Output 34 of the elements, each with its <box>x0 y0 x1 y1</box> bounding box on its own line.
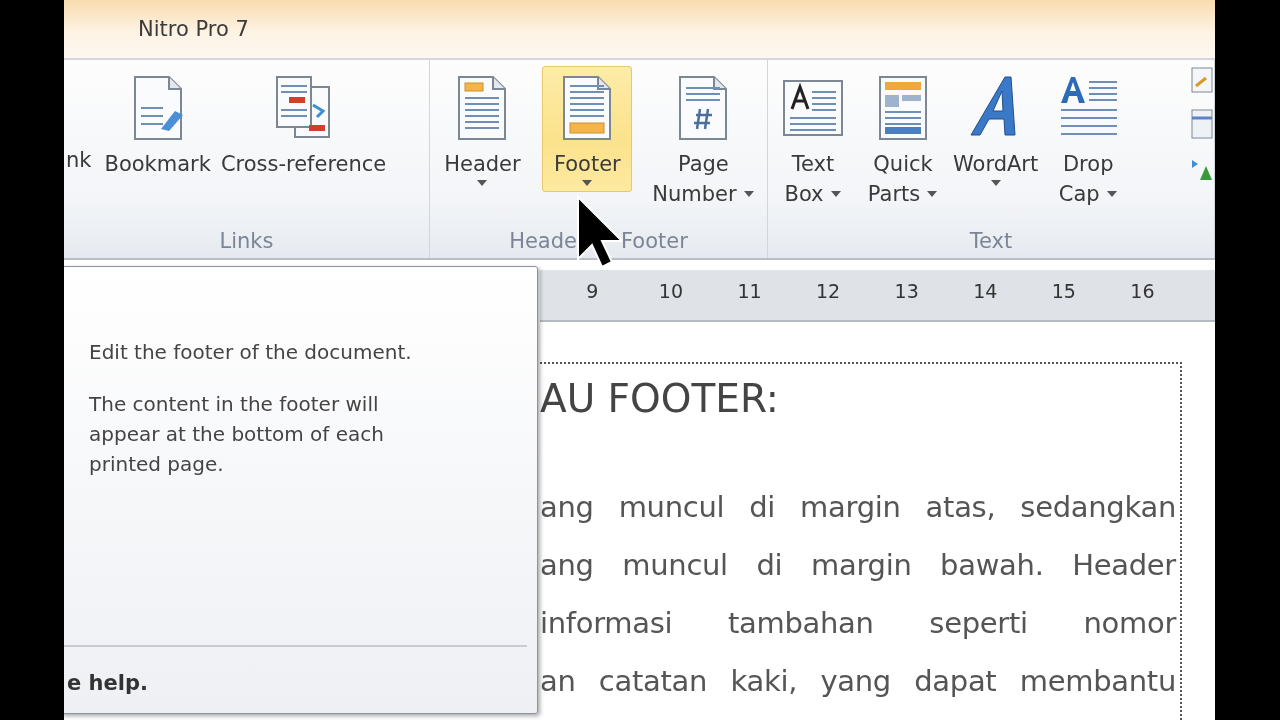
document-heading: AU FOOTER: <box>540 376 780 423</box>
ribbon-button-label[interactable]: nk <box>66 148 92 172</box>
ruler-number: 9 <box>585 280 600 302</box>
ruler-number: 13 <box>893 280 920 302</box>
body-text-line: an catatan kaki, yang dapat membantu <box>540 663 1176 700</box>
body-text-line: informasi tambahan seperti nomor <box>540 605 1176 642</box>
mouse-pointer-icon <box>576 195 622 269</box>
ribbon-button[interactable]: Footer <box>542 66 633 192</box>
ribbon-tab[interactable]: Nitro Pro 7 <box>124 13 263 45</box>
tooltip-text: The content in the footer will appear at the bottom of each printed page. <box>89 391 385 478</box>
group-label: Heade <box>509 229 577 253</box>
small-table-icon <box>1190 108 1214 140</box>
ruler-number: 16 <box>1129 280 1156 302</box>
ribbon-button[interactable]: Text Box <box>768 66 858 214</box>
small-document-icon <box>1190 66 1214 94</box>
group-label: Links <box>219 229 274 253</box>
ruler-number: 11 <box>736 280 763 302</box>
ribbon-button[interactable]: Quick Parts <box>858 66 948 214</box>
ruler-number: 14 <box>972 280 999 302</box>
body-text-line: ang muncul di margin bawah. Header <box>540 547 1176 584</box>
ruler-number: 12 <box>815 280 842 302</box>
tooltip-help-text: e help. <box>67 671 148 695</box>
body-text-line: ang muncul di margin atas, sedangkan <box>540 489 1176 526</box>
ribbon-button[interactable]: WordArt <box>948 66 1044 192</box>
ribbon-button[interactable]: Page Number <box>647 66 760 214</box>
ruler-number: 10 <box>657 280 684 302</box>
group-label: Footer <box>621 229 688 253</box>
ribbon-button[interactable]: Header <box>437 66 528 192</box>
ribbon-button[interactable]: Drop Cap <box>1043 66 1134 214</box>
ribbon-button[interactable]: Bookmark <box>99 66 216 184</box>
ruler-number: 15 <box>1050 280 1077 302</box>
group-label: Text <box>969 229 1013 253</box>
ribbon-button[interactable]: Cross-reference <box>215 66 392 184</box>
tooltip-text: Edit the footer of the document. <box>89 339 413 366</box>
